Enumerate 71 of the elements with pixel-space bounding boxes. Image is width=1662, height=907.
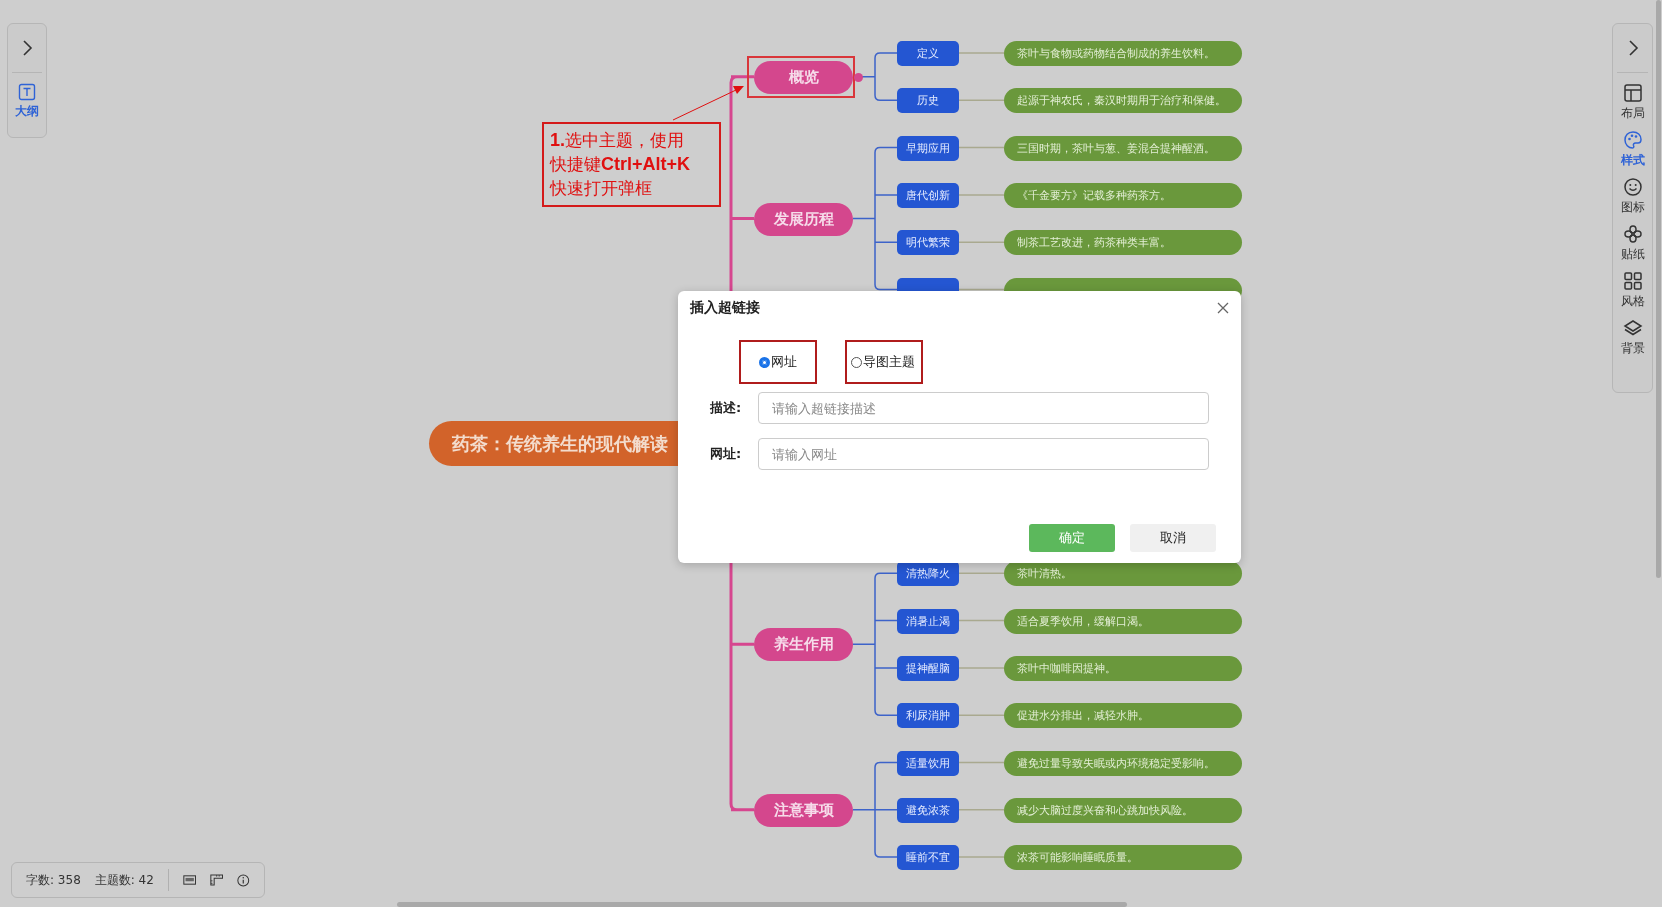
connector-line — [958, 194, 1005, 196]
connector-line — [958, 241, 1005, 243]
detail-topic[interactable]: 避免过量导致失眠或内环境稳定受影响。 — [1004, 750, 1242, 776]
collapse-handle[interactable] — [854, 72, 863, 82]
subtopic[interactable]: 明代繁荣 — [897, 230, 959, 256]
connector-line — [958, 146, 1005, 149]
palette-icon — [1622, 130, 1643, 150]
detail-topic[interactable]: 减少大脑过度兴奋和心跳加快风险。 — [1004, 797, 1242, 823]
connector-line — [958, 619, 1005, 622]
detail-topic[interactable]: 茶叶清热。 — [1004, 561, 1242, 587]
subtopic[interactable]: 定义 — [897, 41, 959, 66]
sidebar-tab[interactable]: 风格 — [1613, 267, 1652, 314]
text-icon — [18, 83, 36, 101]
layout-icon — [1622, 83, 1643, 103]
connector-line — [958, 288, 1005, 291]
detail-topic[interactable]: 浓茶可能影响睡眠质量。 — [1004, 845, 1242, 871]
connector-line — [958, 572, 1005, 575]
scroll-bar[interactable] — [1656, 0, 1661, 578]
topic-count: 主题数: 42 — [94, 871, 154, 889]
detail-topic[interactable]: 三国时期，茶叶与葱、姜混合提神醒酒。 — [1004, 135, 1242, 161]
connector-line — [958, 809, 1005, 811]
sidebar-tab[interactable]: 布局 — [1613, 79, 1652, 126]
cancel-button[interactable]: 取消 — [1130, 524, 1216, 552]
subtopic[interactable]: 消暑止渴 — [897, 608, 959, 634]
detail-topic[interactable]: 制茶工艺改进，药茶种类丰富。 — [1004, 230, 1242, 256]
dialog-title: 插入超链接 — [690, 299, 760, 317]
arrow — [672, 86, 744, 121]
connector-line — [958, 714, 1005, 716]
sidebar-tab[interactable]: 图标 — [1613, 173, 1652, 220]
screen-icon[interactable] — [182, 874, 197, 886]
sidebar-tab[interactable]: 贴纸 — [1613, 220, 1652, 267]
subtopic[interactable]: 利尿消肿 — [897, 703, 959, 729]
annotation-note: 1.选中主题，使用快捷键Ctrl+Alt+K快速打开弹框 — [542, 122, 721, 207]
detail-topic[interactable]: 《千金要方》记载多种药茶方。 — [1004, 182, 1242, 208]
chevron-icon — [20, 39, 34, 57]
detail-topic[interactable]: 起源于神农氏，秦汉时期用于治疗和保健。 — [1004, 88, 1242, 114]
flower-icon — [1622, 224, 1643, 244]
branch-topic[interactable]: 概览 — [747, 55, 855, 98]
close-icon[interactable] — [1217, 302, 1229, 314]
connector-line — [958, 52, 1005, 54]
connector-line — [958, 99, 1005, 102]
radio-button[interactable]: 网址 — [745, 353, 811, 371]
subtopic[interactable]: 清热降火 — [897, 561, 959, 587]
subtopic[interactable]: 睡前不宜 — [897, 845, 959, 871]
detail-topic[interactable]: 促进水分排出，减轻水肿。 — [1004, 703, 1242, 729]
subtopic[interactable]: 提神醒脑 — [897, 655, 959, 681]
input-field[interactable]: 请输入超链接描述 — [758, 392, 1209, 424]
connector-line — [958, 667, 1005, 669]
grid-icon — [1622, 271, 1643, 291]
outline-tab[interactable]: 大纲 — [8, 79, 46, 124]
layers-icon — [1622, 318, 1643, 338]
field-label: 描述: — [709, 399, 743, 417]
input-field[interactable]: 请输入网址 — [758, 438, 1209, 470]
word-count: 字数: 358 — [26, 871, 81, 889]
detail-topic[interactable]: 茶叶与食物或药物结合制成的养生饮料。 — [1004, 41, 1242, 66]
sidebar-tab[interactable]: 样式 — [1613, 126, 1652, 173]
subtopic[interactable]: 唐代创新 — [897, 182, 959, 208]
subtopic[interactable]: 历史 — [897, 88, 959, 114]
detail-topic[interactable]: 适合夏季饮用，缓解口渴。 — [1004, 608, 1242, 634]
subtopic[interactable]: 避免浓茶 — [897, 797, 959, 823]
subtopic[interactable]: 早期应用 — [897, 135, 959, 161]
connector-line — [958, 856, 1005, 858]
smiley-icon — [1622, 177, 1643, 197]
sidebar-tab[interactable]: 背景 — [1613, 314, 1652, 361]
radio-button[interactable]: 导图主题 — [851, 353, 917, 371]
ruler-icon[interactable] — [210, 873, 224, 887]
info-icon[interactable] — [237, 872, 250, 888]
detail-topic[interactable]: 茶叶中咖啡因提神。 — [1004, 655, 1242, 681]
connector-line — [958, 761, 1005, 764]
subtopic[interactable]: 适量饮用 — [897, 750, 959, 776]
scroll-bar[interactable] — [397, 902, 1127, 907]
